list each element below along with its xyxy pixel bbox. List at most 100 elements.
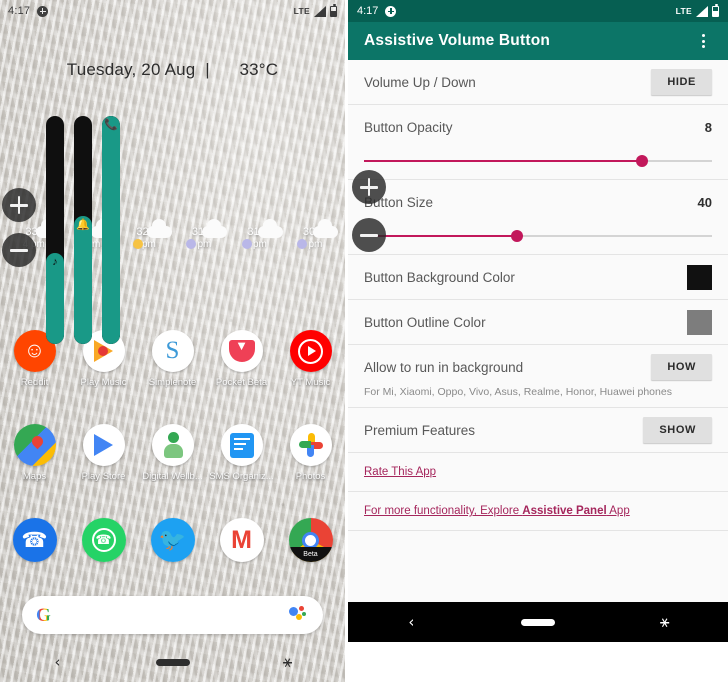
twitter-icon[interactable]: 🐦 <box>150 518 195 562</box>
settings-list: Volume Up / Down HIDE Button Opacity 8 Butto… <box>348 60 728 642</box>
app-icon-pocket-beta[interactable]: ▼ Pocket Beta <box>207 330 276 388</box>
app-icon-photos[interactable]: Photos <box>276 424 345 482</box>
media-volume-bar[interactable]: ♪ <box>46 116 64 344</box>
sms-organizer-icon[interactable] <box>220 424 263 466</box>
volume-down-floating-button[interactable] <box>352 218 386 252</box>
assistive-volume-button-app: 4:17 LTE Assistive Volume Button Volume … <box>345 0 728 682</box>
app-label: Pocket Beta <box>215 377 268 388</box>
call-volume-bar[interactable]: 📞 <box>102 116 120 344</box>
app-icon-phone[interactable]: ☎ <box>0 518 69 562</box>
how-button[interactable]: HOW <box>651 354 712 380</box>
setting-row-premium-features[interactable]: Premium Features SHOW <box>348 408 728 453</box>
app-icon-whatsapp[interactable]: ☎ <box>69 518 138 562</box>
link-rate-this-app[interactable]: Rate This App <box>348 453 728 492</box>
forecast-time: 8 pm <box>244 239 267 250</box>
simplenote-icon[interactable]: S <box>151 330 194 372</box>
chrome-beta-icon[interactable]: Beta <box>288 518 333 562</box>
app-label: Photos <box>295 471 326 482</box>
setting-row-button-size[interactable]: Button Size 40 <box>348 180 728 255</box>
date-weather-widget[interactable]: Tuesday, 20 Aug | 33°C <box>0 60 345 80</box>
youtube-music-icon[interactable] <box>289 330 332 372</box>
app-bar: Assistive Volume Button <box>348 22 728 60</box>
volume-slider-overlay[interactable]: ♪ 🔔 📞 <box>46 116 120 344</box>
app-icon-play-store[interactable]: Play Store <box>69 424 138 482</box>
app-icon-maps[interactable]: Maps <box>0 424 69 482</box>
forecast-item: 32° 6 pm <box>117 219 173 250</box>
setting-row-allow-to-run-in-background[interactable]: Allow to run in background HOW For Mi, Xia… <box>348 345 728 408</box>
plus-circle-icon <box>385 5 397 17</box>
digital-wellbeing-icon[interactable] <box>151 424 194 466</box>
setting-row-button-background-color[interactable]: Button Background Color <box>348 255 728 300</box>
setting-value: 40 <box>697 194 712 210</box>
forecast-time: 9 pm <box>300 239 323 250</box>
home-pill-button[interactable] <box>475 613 602 631</box>
app-status-bar: 4:17 LTE <box>348 0 728 22</box>
gmail-icon[interactable]: M <box>219 518 264 562</box>
volume-down-floating-button[interactable] <box>2 233 36 267</box>
play-store-icon[interactable] <box>82 424 125 466</box>
google-photos-icon[interactable] <box>289 424 332 466</box>
app-icon-twitter[interactable]: 🐦 <box>138 518 207 562</box>
app-icon-simplenote[interactable]: S Simplenote <box>138 330 207 388</box>
status-right-icons: LTE <box>675 3 719 17</box>
pocket-icon[interactable]: ▼ <box>220 330 263 372</box>
setting-slider[interactable] <box>364 224 712 248</box>
setting-row-button-outline-color[interactable]: Button Outline Color <box>348 300 728 345</box>
show-button[interactable]: SHOW <box>643 417 712 443</box>
setting-label: Button Outline Color <box>364 314 486 330</box>
forecast-item: 31° 7 pm <box>173 219 229 250</box>
setting-label: Allow to run in background <box>364 359 524 375</box>
hide-button[interactable]: HIDE <box>651 69 712 95</box>
whatsapp-icon[interactable]: ☎ <box>81 518 126 562</box>
page-title: Assistive Volume Button <box>364 32 551 49</box>
google-maps-icon[interactable] <box>13 424 56 466</box>
app-label: Reddit <box>20 377 49 388</box>
app-icon-chrome-beta[interactable]: Beta <box>276 518 345 562</box>
status-clock: 4:17 <box>357 5 379 17</box>
link-for-more-functionality-explore-assistive-panel-app[interactable]: For more functionality, Explore Assistiv… <box>348 492 728 531</box>
forecast-time: 7 pm <box>189 239 212 250</box>
setting-label: Volume Up / Down <box>364 74 476 90</box>
screenshot-stage: 4:17 LTE Tuesday, 20 Aug | 33°C 33°4 pm3… <box>0 0 728 682</box>
forecast-item: 31° 8 pm <box>228 219 284 250</box>
back-button[interactable]: ‹ <box>0 653 115 672</box>
volume-up-floating-button[interactable] <box>2 188 36 222</box>
app-icon-sms-organiz[interactable]: SMS Organiz... <box>207 424 276 482</box>
app-navigation-bar: ‹ ⚹ <box>348 602 728 642</box>
home-pill-button[interactable] <box>115 653 230 671</box>
network-label: LTE <box>675 6 692 16</box>
google-assistant-icon[interactable] <box>289 606 309 624</box>
accessibility-icon[interactable]: ⚹ <box>230 652 345 672</box>
back-button[interactable]: ‹ <box>348 613 475 632</box>
kebab-menu-icon[interactable] <box>694 32 712 50</box>
app-label: SMS Organiz... <box>209 471 274 482</box>
setting-row-button-opacity[interactable]: Button Opacity 8 <box>348 105 728 180</box>
plus-circle-icon <box>37 5 49 17</box>
setting-value: 8 <box>704 119 712 135</box>
setting-slider[interactable] <box>364 149 712 173</box>
app-row-2: Maps Play Store Digital Wellb... SMS Organi… <box>0 424 345 482</box>
setting-label: Premium Features <box>364 422 476 438</box>
phone-icon[interactable]: ☎ <box>12 518 57 562</box>
volume-up-floating-button[interactable] <box>352 170 386 204</box>
signal-icon <box>696 5 708 17</box>
accessibility-icon[interactable]: ⚹ <box>601 612 728 632</box>
google-search-bar[interactable]: G <box>22 596 323 634</box>
signal-icon <box>314 5 326 17</box>
ring-volume-bar[interactable]: 🔔 <box>74 116 92 344</box>
home-status-bar: 4:17 LTE <box>0 0 345 22</box>
home-navigation-bar: ‹ ⚹ <box>0 642 345 682</box>
color-swatch[interactable] <box>687 264 712 290</box>
status-clock: 4:17 <box>8 5 31 17</box>
app-icon-digital-wellb[interactable]: Digital Wellb... <box>138 424 207 482</box>
forecast-item: 30° 9 pm <box>284 219 340 250</box>
network-label: LTE <box>293 6 310 16</box>
app-icon-yt-music[interactable]: YT Music <box>276 330 345 388</box>
status-right-icons: LTE <box>293 3 337 17</box>
app-icon-gmail[interactable]: M <box>207 518 276 562</box>
google-g-logo: G <box>36 604 51 626</box>
battery-icon <box>712 3 719 17</box>
setting-row-volume-up-down[interactable]: Volume Up / Down HIDE <box>348 60 728 105</box>
volume-bar-glyph: ♪ <box>52 255 58 268</box>
color-swatch[interactable] <box>687 309 712 335</box>
